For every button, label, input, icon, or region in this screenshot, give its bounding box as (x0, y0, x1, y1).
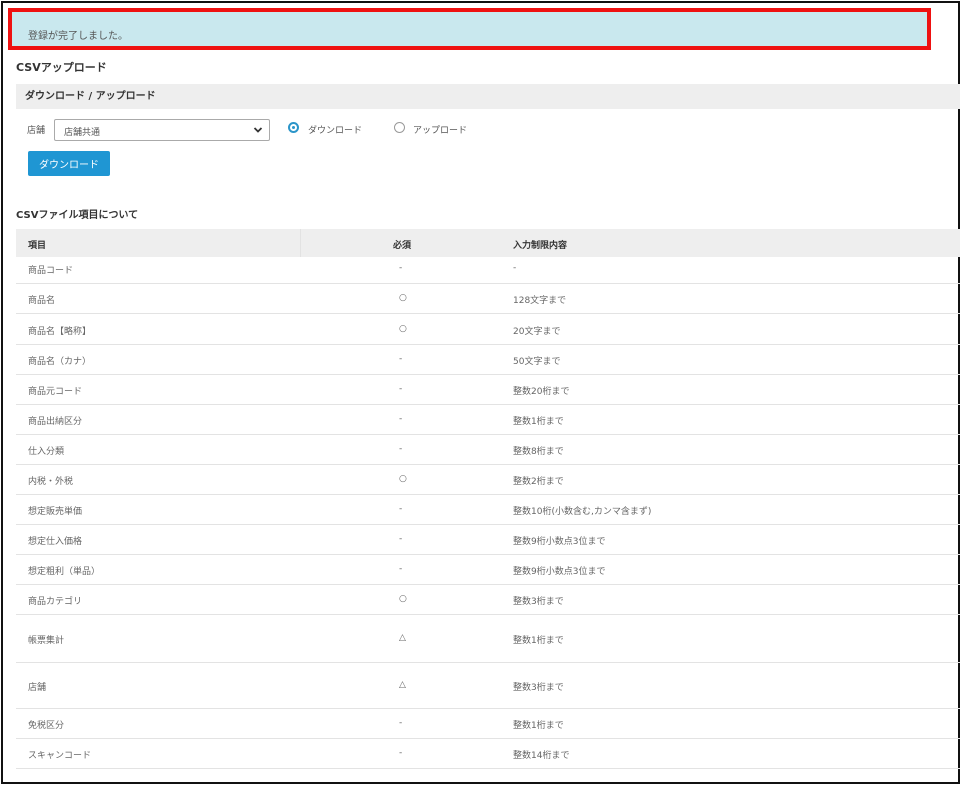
field-name: 想定粗利（単品） (28, 567, 101, 577)
input-limit: 整数14桁まで (513, 751, 570, 761)
table-row: 商品名（カナ） - 50文字まで (16, 345, 960, 375)
table-row: スキャンコード - 整数14桁まで (16, 739, 960, 769)
field-name: 免税区分 (28, 721, 65, 731)
field-name: スキャンコード (28, 751, 92, 761)
download-button[interactable]: ダウンロード (28, 151, 110, 176)
required-mark: - (399, 718, 403, 728)
required-mark: - (399, 748, 403, 758)
required-mark: - (399, 384, 403, 394)
table-row: 仕入分類 - 整数8桁まで (16, 435, 960, 465)
header-required: 必須 (393, 241, 412, 251)
field-name: 内税・外税 (28, 477, 74, 487)
input-limit: 整数10桁(小数含む,カンマ含まず) (513, 507, 652, 517)
chevron-down-icon (253, 127, 263, 133)
required-mark: △ (399, 633, 406, 643)
notice-message: 登録が完了しました。 (28, 31, 128, 42)
field-name: 店舗 (28, 683, 47, 693)
required-mark: - (399, 354, 403, 364)
required-mark: ○ (399, 293, 407, 303)
required-mark: - (399, 444, 403, 454)
upload-radio[interactable] (394, 122, 405, 133)
field-name: 商品コード (28, 266, 74, 276)
input-limit: 整数3桁まで (513, 683, 564, 693)
table-row: 商品名【略称】 ○ 20文字まで (16, 314, 960, 345)
input-limit: 整数9桁小数点3位まで (513, 537, 606, 547)
page-title: CSVアップロード (16, 61, 107, 74)
input-limit: 整数1桁まで (513, 417, 564, 427)
required-mark: - (399, 414, 403, 424)
header-divider (300, 229, 301, 257)
table-row: 想定仕入価格 - 整数9桁小数点3位まで (16, 525, 960, 555)
field-name: 商品元コード (28, 387, 83, 397)
download-upload-panel-header: ダウンロード / アップロード (16, 84, 960, 109)
table-header: 項目 必須 入力制限内容 (16, 229, 960, 257)
table-row: 商品コード - - (16, 254, 960, 284)
table-row: 想定販売単価 - 整数10桁(小数含む,カンマ含まず) (16, 495, 960, 525)
field-name: 商品名 (28, 296, 56, 306)
success-notice: 登録が完了しました。 (8, 8, 931, 50)
required-mark: ○ (399, 474, 407, 484)
field-name: 商品名（カナ） (28, 357, 92, 367)
store-select-value: 店舗共通 (64, 128, 101, 138)
table-row: 店舗 △ 整数3桁まで (16, 663, 960, 709)
field-name: 仕入分類 (28, 447, 65, 457)
table-row: 商品カテゴリ ○ 整数3桁まで (16, 585, 960, 615)
required-mark: - (399, 564, 403, 574)
required-mark: ○ (399, 594, 407, 604)
header-item: 項目 (28, 241, 47, 251)
upload-radio-label[interactable]: アップロード (413, 123, 467, 136)
table-row: 商品名 ○ 128文字まで (16, 284, 960, 314)
input-limit: 整数20桁まで (513, 387, 570, 397)
table-row: 免税区分 - 整数1桁まで (16, 709, 960, 739)
input-limit: 整数3桁まで (513, 597, 564, 607)
download-radio[interactable] (288, 122, 299, 133)
header-limits: 入力制限内容 (513, 241, 568, 251)
input-limit: 50文字まで (513, 357, 561, 367)
input-limit: - (513, 263, 517, 273)
input-limit: 整数1桁まで (513, 721, 564, 731)
field-name: 帳票集計 (28, 636, 65, 646)
table-row: 商品元コード - 整数20桁まで (16, 375, 960, 405)
table-row: 想定粗利（単品） - 整数9桁小数点3位まで (16, 555, 960, 585)
field-name: 想定仕入価格 (28, 537, 83, 547)
input-limit: 整数8桁まで (513, 447, 564, 457)
required-mark: - (399, 263, 403, 273)
table-row: 内税・外税 ○ 整数2桁まで (16, 465, 960, 495)
field-name: 商品カテゴリ (28, 597, 83, 607)
input-limit: 整数2桁まで (513, 477, 564, 487)
field-name: 想定販売単価 (28, 507, 83, 517)
input-limit: 128文字まで (513, 296, 567, 306)
store-label: 店舗 (27, 126, 46, 136)
field-name: 商品出納区分 (28, 417, 83, 427)
input-limit: 整数1桁まで (513, 636, 564, 646)
table-row: 商品出納区分 - 整数1桁まで (16, 405, 960, 435)
store-select[interactable]: 店舗共通 (54, 119, 270, 141)
download-radio-label[interactable]: ダウンロード (308, 123, 362, 136)
required-mark: ○ (399, 324, 407, 334)
input-limit: 整数9桁小数点3位まで (513, 567, 606, 577)
table-row: 帳票集計 △ 整数1桁まで (16, 615, 960, 663)
csv-fields-title: CSVファイル項目について (16, 210, 139, 221)
app-frame: 登録が完了しました。 CSVアップロード ダウンロード / アップロード 店舗 … (1, 1, 960, 784)
required-mark: △ (399, 680, 406, 690)
required-mark: - (399, 504, 403, 514)
field-name: 商品名【略称】 (28, 327, 92, 337)
input-limit: 20文字まで (513, 327, 561, 337)
required-mark: - (399, 534, 403, 544)
